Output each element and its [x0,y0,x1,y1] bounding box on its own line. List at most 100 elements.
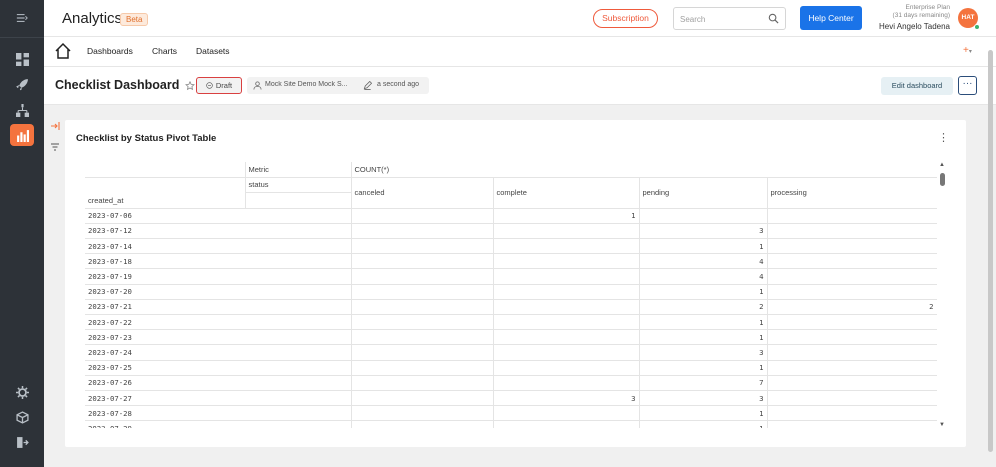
collapse-filters-icon[interactable] [50,121,60,131]
edit-dashboard-button[interactable]: Edit dashboard [881,77,953,95]
status-header-canceled[interactable]: canceled [351,177,494,209]
metric-value[interactable]: COUNT(*) [351,162,937,178]
logout-icon[interactable] [10,431,34,453]
cell-canceled [351,390,494,407]
draft-status-button[interactable]: Draft [196,77,242,94]
header-corner [85,162,246,178]
cell-processing [767,390,937,407]
row-date: 2023-07-23 [85,329,245,346]
row-date: 2023-07-27 [85,390,245,407]
cell-processing [767,405,937,422]
minus-circle-icon [206,82,213,89]
chart-card: Checklist by Status Pivot Table ⋮ Metric… [65,120,966,447]
chevron-down-icon: ▾ [968,49,972,55]
scroll-up-icon[interactable]: ▲ [939,162,945,168]
rocket-icon[interactable] [10,73,34,95]
cell-processing [767,375,937,391]
dashboard-grid-icon[interactable] [10,48,34,70]
pivot-table-grid: Metric COUNT(*) created_at status cancel… [85,162,937,428]
header-row-status: created_at status canceled complete pend… [85,177,937,209]
row-spacer [245,329,352,346]
row-date: 2023-07-18 [85,253,245,270]
metric-label: Metric [245,162,352,178]
row-date: 2023-07-22 [85,314,245,331]
cell-canceled [351,329,494,346]
modified-time: a second ago [377,81,420,88]
favorite-star-icon[interactable] [185,81,195,91]
nav-link-charts[interactable]: Charts [152,46,177,56]
scroll-down-icon[interactable]: ▼ [939,422,945,428]
cell-processing [767,223,937,240]
scrollbar-thumb[interactable] [940,173,945,186]
chart-bars-icon[interactable] [10,124,34,146]
nav-link-dashboards[interactable]: Dashboards [87,46,133,56]
cell-canceled [351,284,494,300]
cell-processing [767,208,937,224]
cell-complete [493,253,640,270]
cell-pending: 4 [639,253,768,270]
table-row: 2023-07-21 2 2 [85,299,937,316]
status-header-complete[interactable]: complete [493,177,640,209]
more-options-button[interactable]: ··· [958,76,977,95]
cell-canceled [351,253,494,270]
page-scrollbar[interactable] [988,50,993,452]
row-date: 2023-07-06 [85,208,245,224]
nav-bar: Dashboards Charts Datasets +▾ [44,37,996,67]
cell-processing [767,253,937,270]
table-row: 2023-07-29 1 [85,420,937,428]
status-header-pending[interactable]: pending [639,177,768,209]
plan-name: Enterprise Plan [905,4,950,11]
cell-complete [493,344,640,361]
cell-complete [493,375,640,391]
home-icon[interactable] [54,42,72,60]
beta-badge: Beta [120,13,149,26]
row-spacer [245,284,352,300]
row-label-header[interactable]: created_at [85,177,246,209]
expand-menu-icon[interactable] [14,12,30,26]
table-scrollbar[interactable]: ▲ ▼ [937,162,947,428]
subscription-button[interactable]: Subscription [593,9,658,28]
cell-canceled [351,405,494,422]
row-date: 2023-07-19 [85,268,245,285]
cell-complete [493,405,640,422]
online-status-dot [974,24,980,30]
table-row: 2023-07-22 1 [85,314,937,331]
table-row: 2023-07-25 1 [85,360,937,376]
cell-processing: 2 [767,299,937,316]
row-date: 2023-07-25 [85,360,245,376]
cell-pending: 1 [639,238,768,255]
hierarchy-icon[interactable] [10,99,34,121]
cell-complete [493,314,640,331]
add-new-menu[interactable]: +▾ [963,45,972,56]
table-row: 2023-07-26 7 [85,375,937,391]
draft-label: Draft [215,81,233,90]
search-input[interactable] [680,12,764,26]
chart-title[interactable]: Checklist by Status Pivot Table [76,133,216,144]
search-box[interactable] [673,7,786,30]
cell-canceled [351,223,494,240]
nav-link-datasets[interactable]: Datasets [196,46,230,56]
settings-icon[interactable] [10,381,34,403]
search-icon[interactable] [768,13,779,24]
cell-pending: 1 [639,405,768,422]
filter-icon[interactable] [50,139,60,151]
pivot-body: 2023-07-06 1 2023-07-12 3 2023-07-14 1 2023-07… [85,208,937,428]
cell-pending: 1 [639,329,768,346]
pivot-table: Metric COUNT(*) created_at status cancel… [85,162,937,428]
cube-icon[interactable] [10,406,34,428]
table-row: 2023-07-20 1 [85,284,937,300]
help-center-button[interactable]: Help Center [800,6,862,30]
cell-pending [639,208,768,224]
cell-complete [493,284,640,300]
user-name[interactable]: Hevi Angelo Tadena [866,22,950,31]
row-date: 2023-07-14 [85,238,245,255]
cell-processing [767,344,937,361]
status-header-processing[interactable]: processing [767,177,937,209]
row-spacer [245,253,352,270]
plan-info: Enterprise Plan (31 days remaining) [876,4,950,20]
owner-name: Mock Site Demo Mock S... [265,81,348,88]
row-date: 2023-07-28 [85,405,245,422]
cell-complete [493,420,640,428]
page-title[interactable]: Checklist Dashboard [55,78,179,92]
chart-menu-button[interactable]: ⋮ [938,131,949,144]
